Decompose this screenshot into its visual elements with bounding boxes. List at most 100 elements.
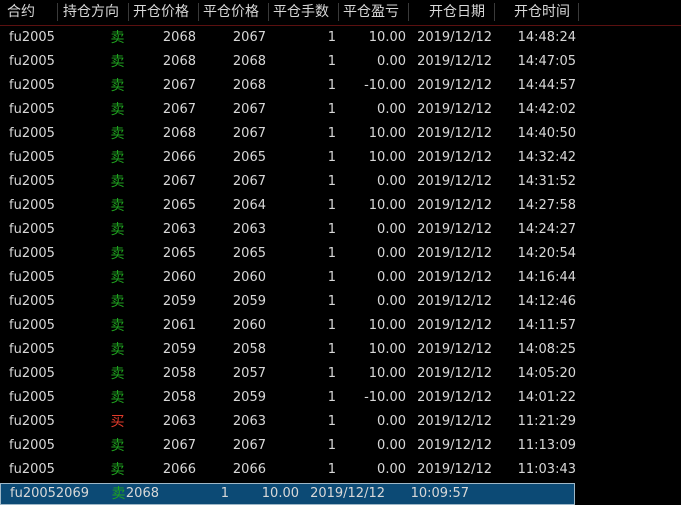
table-row[interactable]: fu2005 卖 2067 2067 1 0.00 2019/12/12 11:13:09 <box>0 434 681 458</box>
cell-open-price: 2067 <box>162 174 196 189</box>
cell-open-price: 2067 <box>162 102 196 117</box>
cell-open-time: 14:32:42 <box>517 150 576 165</box>
cell-close-price: 2060 <box>232 270 266 285</box>
column-divider[interactable] <box>57 3 58 21</box>
cell-close-price: 2067 <box>232 174 266 189</box>
cell-open-date: 2019/12/12 <box>417 270 492 285</box>
cell-direction: 卖 <box>110 342 125 358</box>
table-row[interactable]: fu2005 卖 2066 2065 1 10.00 2019/12/12 14:32:42 <box>0 146 681 170</box>
table-row[interactable]: fu2005 卖 2060 2060 1 0.00 2019/12/12 14:16:44 <box>0 266 681 290</box>
header-close-price[interactable]: 平仓价格 <box>203 0 259 25</box>
cell-close-qty: 1 <box>327 462 336 477</box>
table-row[interactable]: fu2005 卖 2065 2064 1 10.00 2019/12/12 14:27:58 <box>0 194 681 218</box>
cell-open-time: 14:01:22 <box>517 390 576 405</box>
table-row[interactable]: fu2005 卖 2066 2066 1 0.00 2019/12/12 11:03:43 <box>0 458 681 482</box>
table-row[interactable]: fu2005 卖 2059 2059 1 0.00 2019/12/12 14:12:46 <box>0 290 681 314</box>
cell-close-price: 2063 <box>232 222 266 237</box>
cell-open-price: 2068 <box>162 126 196 141</box>
cell-direction: 卖 <box>110 462 125 478</box>
cell-close-price: 2066 <box>232 462 266 477</box>
cell-open-date: 2019/12/12 <box>417 78 492 93</box>
cell-direction: 卖 <box>110 174 125 190</box>
cell-close-pl: -10.00 <box>364 390 406 405</box>
column-divider[interactable] <box>338 3 339 21</box>
cell-close-pl: 10.00 <box>368 366 406 381</box>
table-row[interactable]: fu2005 卖 2058 2057 1 10.00 2019/12/12 14:05:20 <box>0 362 681 386</box>
cell-open-date: 2019/12/12 <box>417 462 492 477</box>
table-row[interactable]: fu2005 卖 2068 2068 1 0.00 2019/12/12 14:47:05 <box>0 50 681 74</box>
cell-open-price: 2063 <box>162 414 196 429</box>
cell-open-time: 14:40:50 <box>517 126 576 141</box>
cell-open-time: 11:03:43 <box>517 462 576 477</box>
cell-open-price: 2061 <box>162 318 196 333</box>
cell-close-pl: 0.00 <box>377 222 406 237</box>
cell-open-price: 2058 <box>162 366 196 381</box>
cell-close-price: 2068 <box>125 486 159 501</box>
header-close-qty[interactable]: 平仓手数 <box>273 0 329 25</box>
cell-direction: 卖 <box>110 438 125 454</box>
cell-close-qty: 1 <box>327 342 336 357</box>
header-open-date[interactable]: 开仓日期 <box>429 0 485 25</box>
cell-open-time: 14:42:02 <box>517 102 576 117</box>
cell-open-time: 14:08:25 <box>517 342 576 357</box>
table-row[interactable]: fu2005 卖 2067 2067 1 0.00 2019/12/12 14:31:52 <box>0 170 681 194</box>
column-divider[interactable] <box>408 3 409 21</box>
cell-close-price: 2065 <box>232 150 266 165</box>
column-divider[interactable] <box>128 3 129 21</box>
cell-close-qty: 1 <box>327 78 336 93</box>
cell-close-qty: 1 <box>327 150 336 165</box>
cell-close-pl: 0.00 <box>377 270 406 285</box>
column-divider[interactable] <box>494 3 495 21</box>
table-row[interactable]: fu2005 卖 2067 2067 1 0.00 2019/12/12 14:42:02 <box>0 98 681 122</box>
cell-open-price: 2066 <box>162 150 196 165</box>
cell-open-date: 2019/12/12 <box>417 126 492 141</box>
cell-open-price: 2068 <box>162 54 196 69</box>
header-open-price[interactable]: 开仓价格 <box>133 0 189 25</box>
cell-close-price: 2068 <box>232 54 266 69</box>
column-divider[interactable] <box>198 3 199 21</box>
table-row[interactable]: fu2005 卖 2059 2058 1 10.00 2019/12/12 14:08:25 <box>0 338 681 362</box>
cell-close-pl: 10.00 <box>261 486 299 501</box>
table-row-selected[interactable]: fu2005 卖 2069 2068 1 10.00 2019/12/12 10:09:57 <box>0 483 575 505</box>
cell-close-qty: 1 <box>327 438 336 453</box>
cell-close-pl: 0.00 <box>377 294 406 309</box>
table-row[interactable]: fu2005 卖 2068 2067 1 10.00 2019/12/12 14:40:50 <box>0 122 681 146</box>
cell-close-price: 2057 <box>232 366 266 381</box>
table-row[interactable]: fu2005 卖 2058 2059 1 -10.00 2019/12/12 14:01:22 <box>0 386 681 410</box>
cell-open-price: 2069 <box>55 486 89 501</box>
cell-open-date: 2019/12/12 <box>417 318 492 333</box>
cell-close-price: 2068 <box>232 78 266 93</box>
cell-direction: 卖 <box>110 78 125 94</box>
cell-open-time: 10:09:57 <box>410 486 469 501</box>
header-direction[interactable]: 持仓方向 <box>63 0 119 25</box>
cell-open-price: 2066 <box>162 462 196 477</box>
cell-direction: 卖 <box>110 102 125 118</box>
cell-open-price: 2065 <box>162 198 196 213</box>
table-row[interactable]: fu2005 买 2063 2063 1 0.00 2019/12/12 11:21:29 <box>0 410 681 434</box>
header-open-time[interactable]: 开仓时间 <box>514 0 570 25</box>
cell-open-date: 2019/12/12 <box>417 438 492 453</box>
table-row[interactable]: fu2005 卖 2065 2065 1 0.00 2019/12/12 14:20:54 <box>0 242 681 266</box>
cell-close-pl: 10.00 <box>368 342 406 357</box>
column-divider[interactable] <box>268 3 269 21</box>
cell-close-price: 2064 <box>232 198 266 213</box>
cell-direction: 卖 <box>110 318 125 334</box>
table-row[interactable]: fu2005 卖 2068 2067 1 10.00 2019/12/12 14:48:24 <box>0 26 681 50</box>
cell-close-pl: 0.00 <box>377 54 406 69</box>
cell-open-time: 14:11:57 <box>517 318 576 333</box>
cell-open-date: 2019/12/12 <box>417 30 492 45</box>
header-close-pl[interactable]: 平仓盈亏 <box>343 0 399 25</box>
table-row[interactable]: fu2005 卖 2061 2060 1 10.00 2019/12/12 14:11:57 <box>0 314 681 338</box>
cell-close-pl: 0.00 <box>377 174 406 189</box>
cell-close-price: 2059 <box>232 390 266 405</box>
cell-open-time: 14:16:44 <box>517 270 576 285</box>
cell-open-date: 2019/12/12 <box>417 294 492 309</box>
table-row[interactable]: fu2005 卖 2067 2068 1 -10.00 2019/12/12 14:44:57 <box>0 74 681 98</box>
cell-open-time: 14:05:20 <box>517 366 576 381</box>
header-contract[interactable]: 合约 <box>7 0 35 25</box>
cell-open-date: 2019/12/12 <box>417 102 492 117</box>
table-row[interactable]: fu2005 卖 2063 2063 1 0.00 2019/12/12 14:24:27 <box>0 218 681 242</box>
cell-open-time: 14:24:27 <box>517 222 576 237</box>
column-divider[interactable] <box>578 3 579 21</box>
cell-open-date: 2019/12/12 <box>417 150 492 165</box>
